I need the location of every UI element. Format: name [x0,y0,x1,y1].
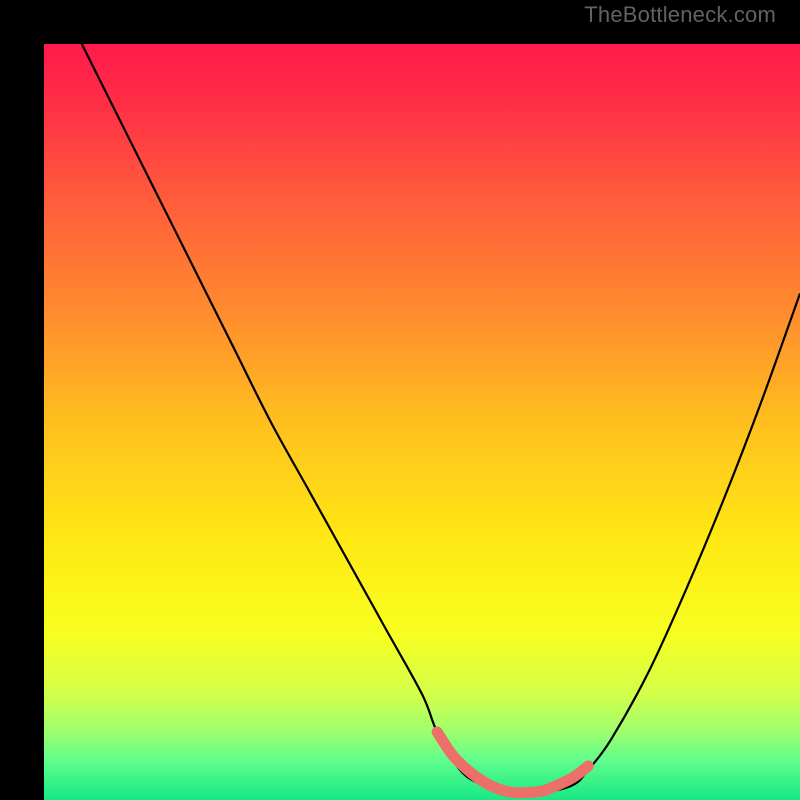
chart-frame [22,22,778,778]
watermark-text: TheBottleneck.com [584,2,776,28]
bottleneck-chart [44,44,800,800]
gradient-background [44,44,800,800]
